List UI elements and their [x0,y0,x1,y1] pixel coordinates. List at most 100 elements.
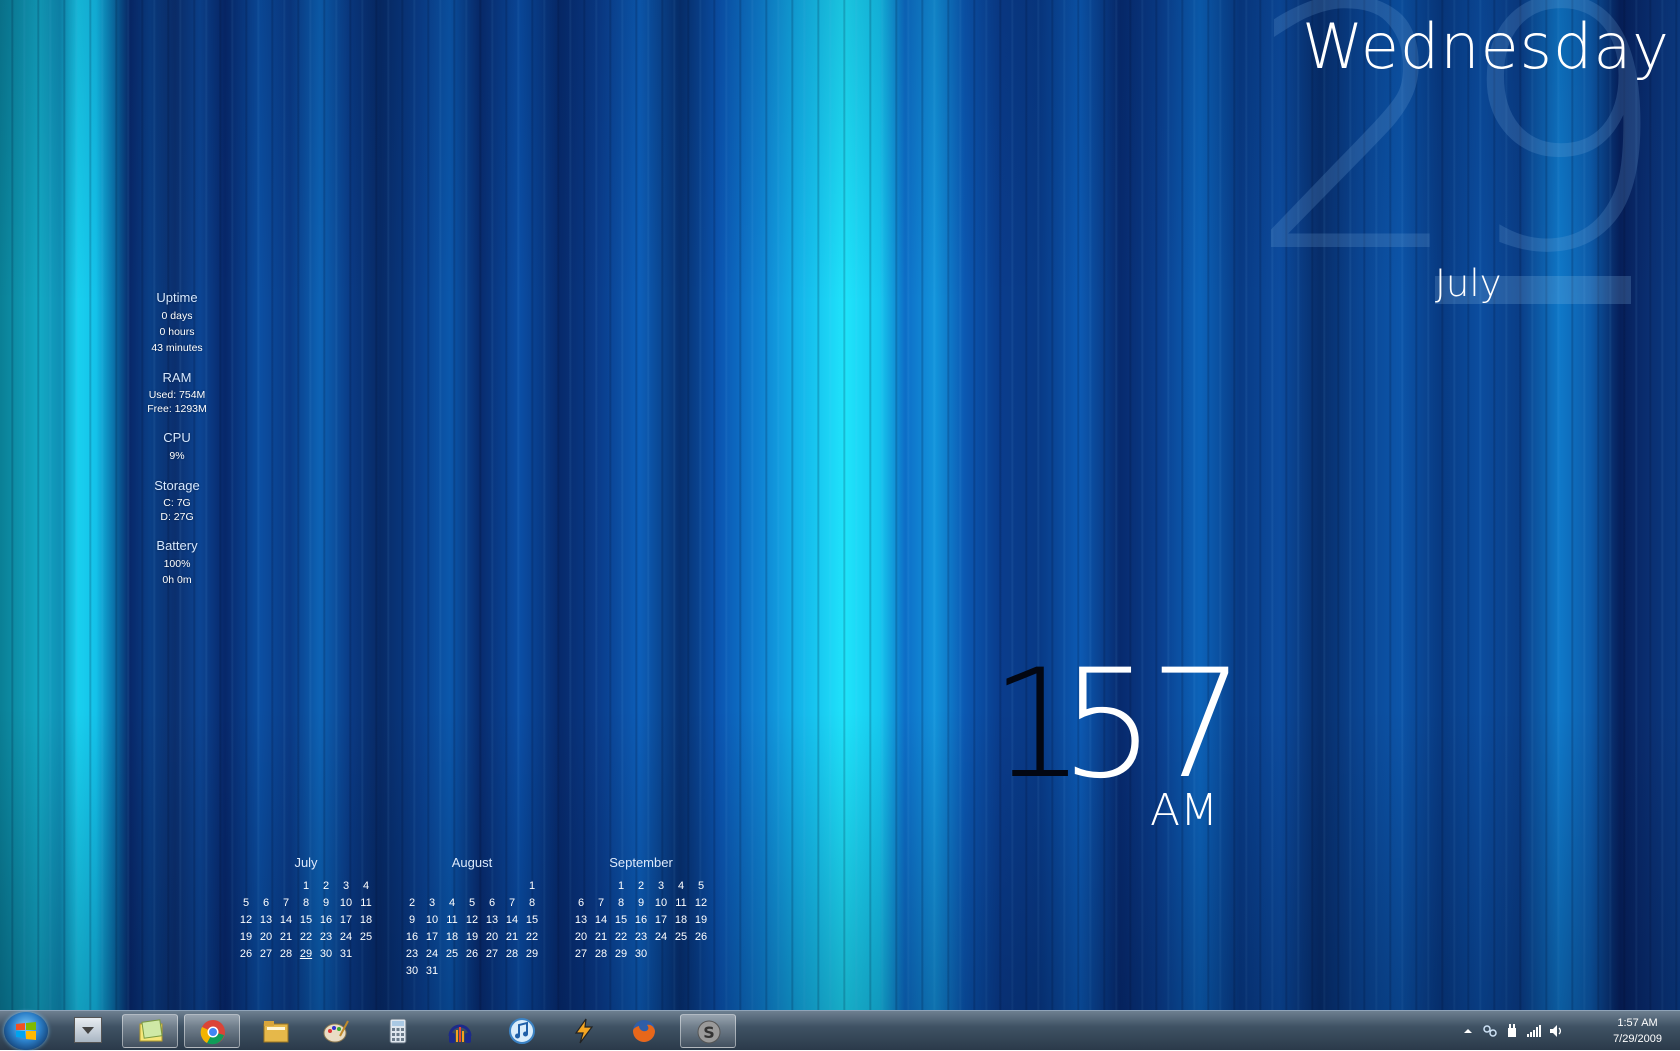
calendar-day-cell: 22 [614,931,628,943]
calendar-day-cell: 3 [657,880,665,892]
taskbar-app-winamp[interactable] [556,1014,612,1048]
ram-heading: RAM [162,370,192,385]
calendar-day-cell: 8 [528,897,536,909]
calendar-day-cell: 10 [339,897,353,909]
calendar-day-cell: 28 [594,948,608,960]
calendar-blank-cell [402,878,422,894]
power-plug-icon[interactable] [1504,1023,1520,1039]
start-button[interactable] [4,1012,48,1050]
taskbar-app-audio[interactable] [432,1014,488,1048]
calendar-day-cell: 22 [299,931,313,943]
calendar-grid: 1 2 3 4 5 6 7 8 9 10 11 12 13 14 15 16 17 18 19 20 21 22 23 24 2… [571,878,711,962]
calendar-day-cell: 8 [302,897,310,909]
calendar-day-cell: 14 [279,914,293,926]
calendar-day-cell: 26 [239,948,253,960]
calendar-day-cell: 26 [465,948,479,960]
calendar-day-cell: 18 [445,931,459,943]
headphones-icon [448,1024,472,1043]
calendar-day-cell: 9 [637,897,645,909]
calendar-grid: 1 2 3 4 5 6 7 8 9 10 11 12 13 14 15 16 17 18 19 20 21 22 23 24 2… [402,878,542,979]
ram-stat: RAM Used: 754M Free: 1293M [130,370,224,416]
desktop-wallpaper[interactable]: Uptime 0 days 0 hours 43 minutes RAM Use… [0,0,1680,1010]
calendar-day-cell: 14 [594,914,608,926]
taskbar-app-itunes[interactable] [494,1014,550,1048]
calendar-day-cell: 7 [597,897,605,909]
calendar-day-cell: 9 [408,914,416,926]
calendar-day-cell: 7 [282,897,290,909]
calendar-day-cell: 29 [525,948,539,960]
calendar-day-cell: 11 [360,897,372,909]
calendar-day-cell: 17 [654,914,668,926]
calendar-day-cell: 18 [359,914,373,926]
quick-launch-toggle[interactable] [74,1017,102,1043]
calendar-blank-cell [571,878,591,894]
taskbar: S 1:57 AM 7/29/2009 [0,1010,1680,1050]
calendar-day-cell: 4 [448,897,456,909]
calendar-day-cell: 19 [239,931,253,943]
calendar-day-cell: 28 [279,948,293,960]
date-widget: 29 Wednesday July [1180,0,1680,330]
calendar-day-cell: 27 [259,948,273,960]
taskbar-app-notes[interactable] [122,1014,178,1048]
network-link-icon[interactable] [1482,1023,1498,1039]
calendar-day-cell: 13 [485,914,499,926]
tray-date: 7/29/2009 [1613,1033,1662,1045]
calendar-day-cell: 20 [485,931,499,943]
calendar-day-cell: 30 [405,965,419,977]
winamp-bolt-icon [574,1018,594,1044]
calendar-day-cell: 2 [322,880,330,892]
battery-percent: 100% [163,558,191,570]
taskbar-app-chrome[interactable] [184,1014,240,1048]
calendar-day-cell: 2 [408,897,416,909]
tray-clock[interactable]: 1:57 AM 7/29/2009 [1613,1015,1662,1047]
chevron-down-icon [82,1027,94,1034]
show-hidden-icons-arrow-icon[interactable] [1460,1023,1476,1039]
taskbar-app-calculator[interactable] [370,1014,426,1048]
calendar-day-cell: 24 [339,931,353,943]
calendar-blank-cell [236,878,256,894]
calendar-day-cell: 6 [262,897,270,909]
calendar-blank-cell [482,878,502,894]
taskbar-app-firefox[interactable] [616,1014,672,1048]
calendar-day-cell: 19 [465,931,479,943]
calendar-day-cell: 2 [637,880,645,892]
uptime-hours: 0 hours [159,326,195,338]
calendar-day-cell: 15 [525,914,539,926]
taskbar-app-explorer[interactable] [248,1014,304,1048]
calendar-day-cell: 19 [694,914,708,926]
windows-logo-icon [16,1022,36,1040]
calendar-day-cell: 3 [428,897,436,909]
calendar-day-cell: 16 [405,931,419,943]
uptime-minutes: 43 minutes [151,342,203,354]
calendar-day-cell: 5 [468,897,476,909]
volume-icon[interactable] [1548,1023,1564,1039]
calendar-day-cell: 17 [425,931,439,943]
clock-minutes: 57 [1060,638,1245,812]
music-note-icon [509,1018,535,1044]
calendar-day-cell: 23 [319,931,333,943]
calendar-day-cell: 3 [342,880,350,892]
system-tray: 1:57 AM 7/29/2009 [1460,1011,1680,1051]
cpu-stat: CPU 9% [130,430,224,464]
folder-icon [263,1021,289,1043]
taskbar-app-steam[interactable]: S [680,1014,736,1048]
calendar-day-cell: 31 [339,948,353,960]
ram-used: Used: 754M [148,389,206,401]
calendar-day-cell: 18 [674,914,688,926]
calendar-day-cell: 12 [694,897,708,909]
calendar-day-cell: 16 [319,914,333,926]
taskbar-app-paint[interactable] [308,1014,364,1048]
ram-free: Free: 1293M [147,403,207,415]
wifi-signal-icon[interactable] [1526,1023,1542,1039]
calendar-day-cell: 4 [362,880,370,892]
calendar-day-cell: 20 [574,931,588,943]
calendar-day-cell: 21 [279,931,293,943]
paint-palette-icon [323,1020,349,1043]
calendar-day-cell: 6 [577,897,585,909]
calendar-day-cell: 14 [505,914,519,926]
calendar-day-cell: 15 [614,914,628,926]
battery-heading: Battery [156,538,198,553]
cpu-value: 9% [169,450,185,462]
calendar-blank-cell [276,878,296,894]
calendar-blank-cell [442,878,462,894]
